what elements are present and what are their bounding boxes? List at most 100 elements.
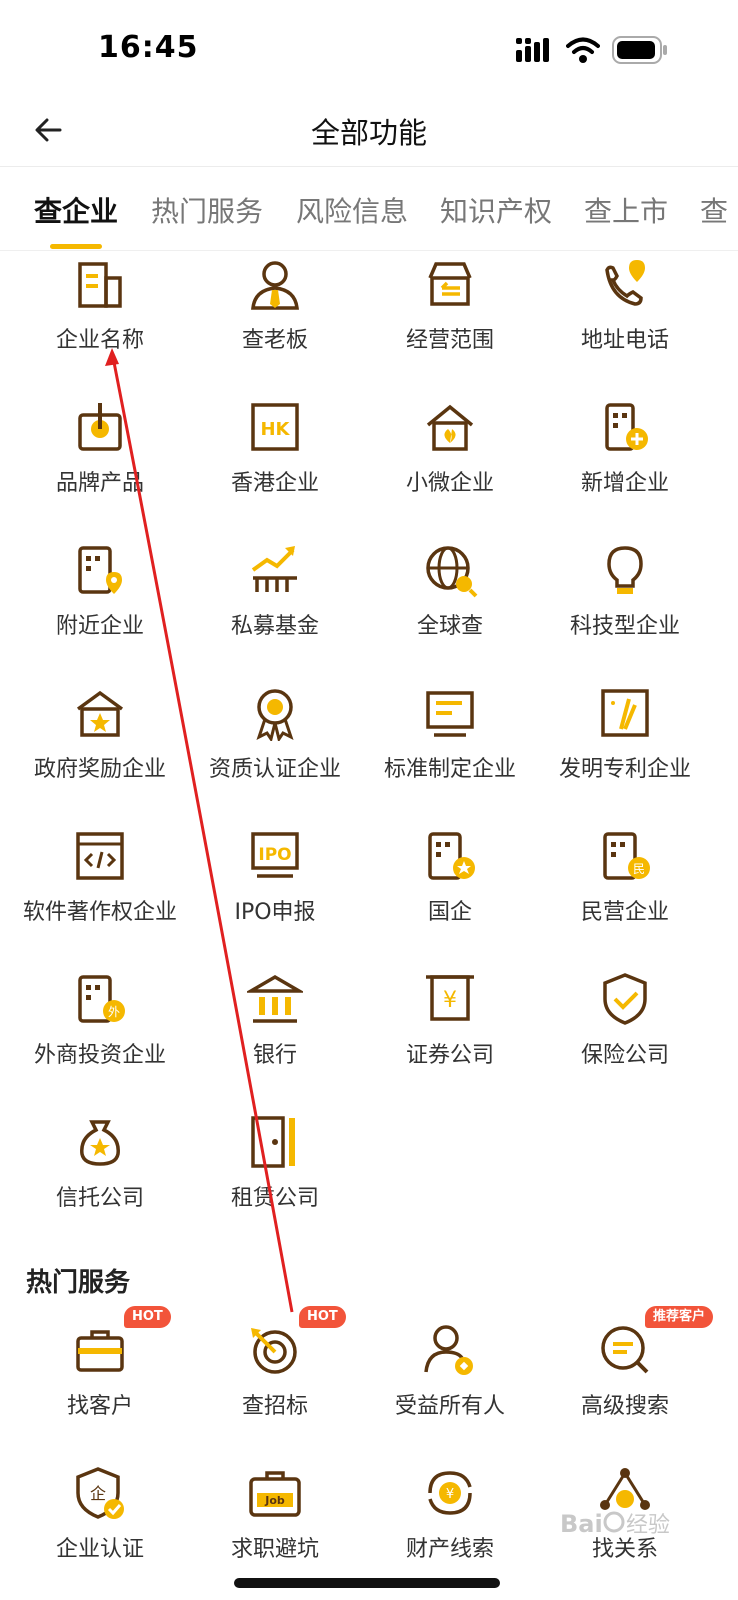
- company-function-item[interactable]: 银行: [185, 971, 365, 1071]
- company-function-item[interactable]: HK 香港企业: [185, 399, 365, 499]
- company-function-label: 全球查: [416, 614, 483, 639]
- company-verify-icon: 企: [76, 1467, 124, 1519]
- hot-service-item[interactable]: 企企业认证: [10, 1465, 190, 1565]
- code-icon: [76, 832, 124, 880]
- company-function-item[interactable]: 标准制定企业: [360, 685, 540, 785]
- money-bag-icon: [80, 1120, 120, 1166]
- hot-service-label: 求职避坑: [230, 1537, 319, 1562]
- hot-service-item[interactable]: 查招标 HOT: [185, 1306, 365, 1422]
- company-function-label: 品牌产品: [55, 471, 144, 496]
- door-icon: [251, 1116, 295, 1168]
- property-icon: ¥: [428, 1471, 472, 1515]
- badge: HOT: [299, 1306, 346, 1328]
- private-icon: 民: [603, 832, 650, 880]
- company-function-item[interactable]: 民民营企业: [535, 828, 715, 928]
- state-owned-icon: [428, 832, 475, 880]
- svg-text:民: 民: [633, 862, 645, 876]
- tab-more[interactable]: 查: [700, 190, 728, 230]
- svg-text:¥: ¥: [443, 988, 457, 1013]
- watermark-logo: Bai 经验: [560, 1506, 700, 1540]
- company-function-item[interactable]: 品牌产品: [10, 399, 190, 499]
- hot-service-item[interactable]: 找客户 HOT: [10, 1306, 190, 1422]
- hot-service-item[interactable]: ¥ 财产线索: [360, 1465, 540, 1565]
- company-function-item[interactable]: ¥ 证券公司: [360, 971, 540, 1071]
- new-company-icon: [605, 403, 648, 451]
- store-icon: [428, 262, 472, 306]
- company-function-label: 私募基金: [230, 614, 319, 639]
- home-indicator: [234, 1578, 500, 1588]
- securities-icon: ¥: [426, 975, 474, 1021]
- company-function-item[interactable]: 外外商投资企业: [10, 971, 190, 1071]
- tab-ip[interactable]: 知识产权: [440, 190, 552, 230]
- battery-icon: [612, 36, 667, 64]
- company-function-item[interactable]: 企业名称: [10, 256, 190, 356]
- hot-service-label: 受益所有人: [394, 1394, 505, 1419]
- company-function-item[interactable]: 国企: [360, 828, 540, 928]
- company-function-item[interactable]: IPO IPO申报: [185, 828, 365, 928]
- shield-check-icon: [603, 973, 647, 1025]
- company-function-label: 小微企业: [405, 471, 494, 496]
- company-function-label: 租赁公司: [230, 1186, 319, 1211]
- hot-service-item[interactable]: Job 求职避坑: [185, 1465, 365, 1565]
- badge: HOT: [124, 1306, 171, 1328]
- globe-icon: [426, 546, 478, 598]
- company-function-label: 软件著作权企业: [22, 900, 177, 925]
- company-function-label: 民营企业: [580, 900, 669, 925]
- company-function-item[interactable]: 租赁公司: [185, 1114, 365, 1214]
- status-icons: [516, 34, 676, 66]
- tab-risk-info[interactable]: 风险信息: [296, 190, 408, 230]
- small-business-icon: [426, 404, 474, 451]
- certificate-icon: [256, 689, 294, 741]
- company-function-item[interactable]: 经营范围: [360, 256, 540, 356]
- company-function-label: 经营范围: [405, 328, 494, 353]
- company-function-item[interactable]: 全球查: [360, 542, 540, 642]
- hot-service-item[interactable]: 受益所有人: [360, 1322, 540, 1422]
- hot-service-label: 企业认证: [55, 1537, 144, 1562]
- hot-service-item[interactable]: 高级搜索 推荐客户: [535, 1306, 715, 1422]
- section-title-hot-services: 热门服务: [26, 1268, 131, 1298]
- company-function-label: 保险公司: [580, 1043, 669, 1068]
- building-icon: [78, 262, 122, 308]
- company-function-item[interactable]: 资质认证企业: [185, 685, 365, 785]
- company-function-item[interactable]: 地址电话: [535, 256, 715, 356]
- page-title: 全部功能: [310, 116, 427, 150]
- brand-icon: [78, 403, 122, 451]
- ipo-icon: IPO: [251, 832, 299, 878]
- signal-icon: [516, 38, 549, 62]
- company-function-item[interactable]: 软件著作权企业: [10, 828, 190, 928]
- company-function-label: 证券公司: [405, 1043, 494, 1068]
- company-function-label: 香港企业: [230, 471, 319, 496]
- bank-icon: [247, 974, 303, 1023]
- status-bar: 16:45: [0, 0, 738, 100]
- company-function-item[interactable]: 保险公司: [535, 971, 715, 1071]
- company-function-item[interactable]: 发明专利企业: [535, 685, 715, 785]
- company-function-label: 科技型企业: [569, 614, 680, 639]
- hot-service-label: 查招标: [241, 1394, 308, 1419]
- bulb-icon: [607, 546, 643, 594]
- company-function-item[interactable]: 政府奖励企业: [10, 685, 190, 785]
- tab-hot-services[interactable]: 热门服务: [151, 190, 263, 230]
- company-function-item[interactable]: 新增企业: [535, 399, 715, 499]
- company-function-label: IPO申报: [234, 900, 316, 925]
- boss-icon: [251, 261, 299, 310]
- svg-text:Job: Job: [264, 1494, 285, 1507]
- company-function-item[interactable]: 小微企业: [360, 399, 540, 499]
- beneficiary-icon: [424, 1325, 473, 1375]
- company-function-item[interactable]: 私募基金: [185, 542, 365, 642]
- company-function-item[interactable]: 附近企业: [10, 542, 190, 642]
- company-function-item[interactable]: 信托公司: [10, 1114, 190, 1214]
- svg-text:经验: 经验: [626, 1513, 670, 1538]
- company-function-label: 企业名称: [55, 328, 144, 353]
- tab-listed[interactable]: 查上市: [584, 190, 668, 230]
- company-function-item[interactable]: 查老板: [185, 256, 365, 356]
- briefcase-icon: [76, 1330, 124, 1372]
- company-function-label: 外商投资企业: [33, 1043, 166, 1068]
- company-function-item[interactable]: 科技型企业: [535, 542, 715, 642]
- phone-location-icon: [605, 260, 645, 306]
- hot-service-label: 找客户: [66, 1394, 133, 1419]
- category-tabs: 查企业 热门服务 风险信息 知识产权 查上市 查: [0, 168, 738, 251]
- company-function-label: 新增企业: [580, 471, 669, 496]
- svg-text:外: 外: [108, 1005, 120, 1019]
- tab-company[interactable]: 查企业: [34, 190, 118, 230]
- company-function-label: 国企: [427, 900, 472, 925]
